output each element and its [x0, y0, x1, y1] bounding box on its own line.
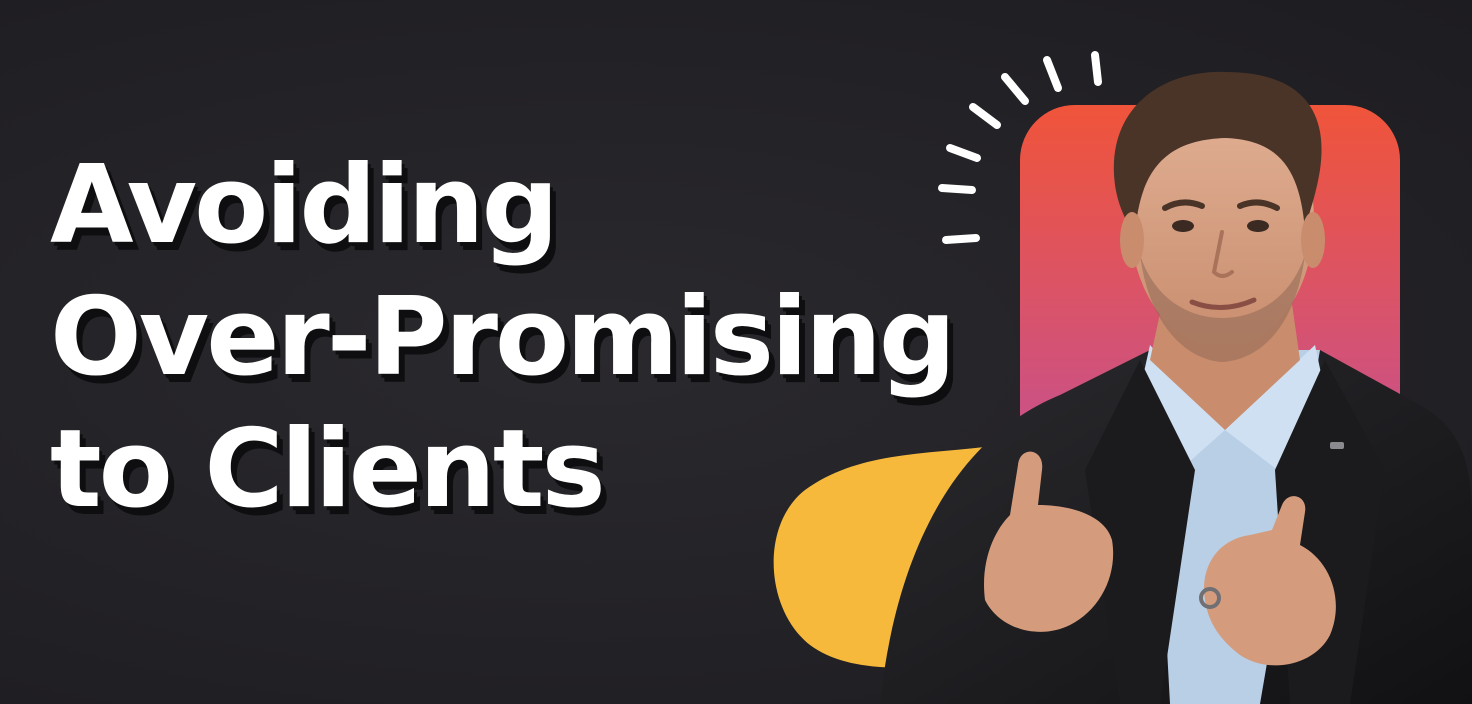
headline-line-1: Avoiding [50, 143, 559, 268]
headline-line-2: Over-Promising [50, 275, 956, 400]
headline: Avoiding Over-Promising to Clients [50, 140, 956, 536]
headline-line-3: to Clients [50, 407, 606, 532]
thumbnail-canvas: Avoiding Over-Promising to Clients [0, 0, 1472, 704]
